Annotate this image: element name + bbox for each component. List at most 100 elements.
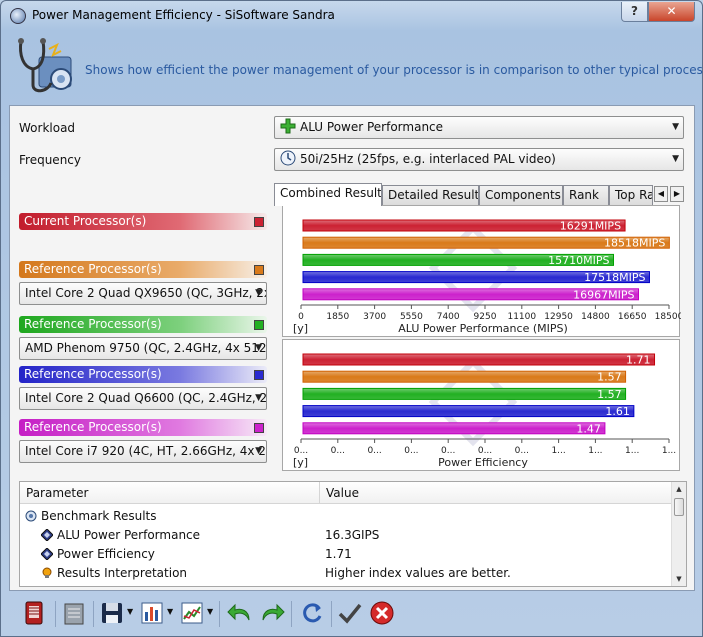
forward-arrow-icon[interactable] [257,598,287,628]
close-button[interactable]: ✕ [648,2,695,22]
scroll-up-icon[interactable]: ▲ [672,482,686,496]
tick-label: 3700 [363,312,386,322]
line-chart-icon[interactable] [177,598,207,628]
tab-detailed-results[interactable]: Detailed Results [382,185,479,205]
workload-label: Workload [19,121,76,135]
results-grid: Parameter Value Benchmark Results ALU Pow… [19,481,687,587]
table-row[interactable]: Benchmark Results [20,507,672,526]
tab-combined-results[interactable]: Combined Results [274,183,382,206]
main-window: Power Management Efficiency - SiSoftware… [0,0,703,637]
tick-label: 0... [515,446,529,456]
bar-value-label: 15710MIPS [548,254,609,267]
lightbulb-icon [41,566,57,580]
chevron-down-icon: ▼ [255,288,262,298]
scroll-thumb[interactable] [674,498,684,516]
graph-dropdown-icon[interactable]: ▼ [207,607,213,616]
tick-label: 0... [478,446,492,456]
cancel-icon[interactable] [367,598,397,628]
table-row[interactable]: Power Efficiency 1.71 [20,545,672,564]
back-arrow-icon[interactable] [225,598,255,628]
tick-label: 1... [551,446,565,456]
reference-2-value: AMD Phenom 9750 (QC, 2.4GHz, 4x 512kB L [25,341,267,355]
tick-label: 1... [625,446,639,456]
bar-chart-icon[interactable] [137,598,167,628]
reference-1-select[interactable]: Intel Core 2 Quad QX9650 (QC, 3GHz, 2x6M… [19,282,267,305]
chart-bar[interactable] [302,387,627,400]
header-description: Shows how efficient the power management… [85,63,703,77]
reference-2-select[interactable]: AMD Phenom 9750 (QC, 2.4GHz, 4x 512kB L … [19,337,267,360]
legend-reference-1: Reference Processor(s) [19,261,267,278]
tab-top-rated[interactable]: Top Ra [609,185,653,205]
parameter-cell: Benchmark Results [25,507,157,526]
grid-scrollbar[interactable]: ▲ ▼ [671,482,686,586]
legend-reference-3-swatch [254,370,264,380]
legend-reference-4-label: Reference Processor(s) [24,420,162,434]
tick-label: 0... [441,446,455,456]
table-row[interactable]: ALU Power Performance 16.3GIPS [20,526,672,545]
column-header-value[interactable]: Value [320,482,672,504]
chart-bar[interactable] [302,405,635,418]
workload-select[interactable]: ALU Power Performance ▼ [274,116,684,139]
refresh-icon[interactable] [297,598,327,628]
tick-label: 5550 [400,312,423,322]
x-axis-label: ALU Power Performance (MIPS) [398,322,568,335]
parameter-text: Benchmark Results [41,509,157,523]
parameter-text: Results Interpretation [57,566,188,580]
toolbar-separator [55,601,56,627]
tab-rank[interactable]: Rank [563,185,609,205]
checkmark-icon[interactable] [335,598,365,628]
save-icon[interactable] [97,598,127,628]
table-row[interactable]: Results Interpretation Higher index value… [20,564,672,583]
alu-performance-chart: 16291MIPS 18518MIPS 15710MIPS 17518MIPS 1696… [282,205,681,337]
tab-scroll-right-button[interactable]: ▶ [670,186,684,202]
reference-3-select[interactable]: Intel Core 2 Quad Q6600 (QC, 2.4GHz, 2x4… [19,387,267,410]
benchmark-icon [25,509,41,523]
save-dropdown-icon[interactable]: ▼ [127,607,133,616]
column-header-parameter[interactable]: Parameter [20,482,320,504]
scroll-down-icon[interactable]: ▼ [672,572,686,586]
chart-svg: 16291MIPS 18518MIPS 15710MIPS 17518MIPS 1696… [293,219,681,335]
tick-label: 0 [298,312,304,322]
bar-value-label: 16967MIPS [573,288,634,301]
report-icon[interactable] [59,598,89,628]
bar-value-label: 16291MIPS [560,220,621,233]
stethoscope-icon [18,38,72,93]
chart-svg: 1.71 1.57 1.57 1.61 1.47 0... 0... 0... 0... 0...… [293,353,676,469]
value-cell: 1.71 [325,547,352,561]
plus-icon [280,118,296,134]
tab-scroll-left-button[interactable]: ◀ [654,186,668,202]
tab-components[interactable]: Components [479,185,563,205]
chart-bar[interactable] [302,422,606,435]
tick-label: 11100 [507,312,536,322]
reference-4-select[interactable]: Intel Core i7 920 (4C, HT, 2.66GHz, 4x 2… [19,440,267,463]
tick-label: 0... [367,446,381,456]
y-axis-label: [y] [293,456,308,469]
bar-value-label: 1.47 [576,422,601,435]
help-button[interactable]: ? [621,2,648,22]
results-tabs: Combined Results Detailed Results Compon… [274,183,686,206]
bar-value-label: 18518MIPS [604,237,665,250]
toolbar-separator [93,601,94,627]
tick-label: 16650 [618,312,647,322]
toolbar-separator [331,601,332,627]
legend-current-processor: Current Processor(s) [19,213,267,230]
tick-label: 1... [662,446,676,456]
value-cell: Higher index values are better. [325,566,511,580]
tick-label: 14800 [581,312,610,322]
chip-icon[interactable] [19,598,49,628]
reference-4-value: Intel Core i7 920 (4C, HT, 2.66GHz, 4x 2… [25,444,266,458]
chevron-down-icon: ▼ [672,122,679,132]
frequency-select[interactable]: 50i/25Hz (25fps, e.g. interlaced PAL vid… [274,148,684,171]
tick-label: 12950 [544,312,573,322]
toolbar-separator [291,601,292,627]
reference-3-value: Intel Core 2 Quad Q6600 (QC, 2.4GHz, 2x4… [25,391,267,405]
chart-bar[interactable] [302,353,656,366]
tick-label: 0... [294,446,308,456]
chart-dropdown-icon[interactable]: ▼ [167,607,173,616]
parameter-cell: ALU Power Performance [41,526,200,545]
parameter-cell: Results Interpretation [41,564,187,583]
bar-value-label: 1.57 [597,388,622,401]
tick-label: 1850 [326,312,349,322]
legend-reference-4-swatch [254,423,264,433]
chart-bar[interactable] [302,370,627,383]
